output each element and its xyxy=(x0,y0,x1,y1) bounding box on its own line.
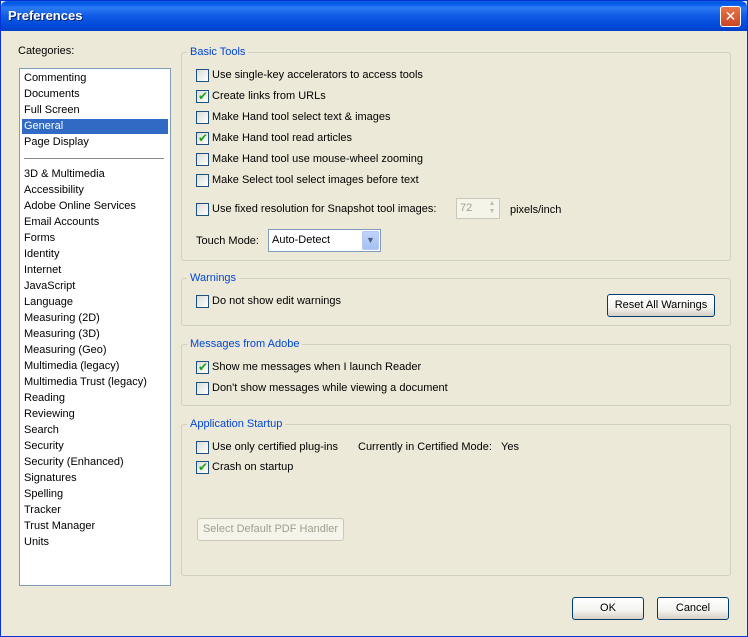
category-item-security-enhanced[interactable]: Security (Enhanced) xyxy=(22,455,168,470)
category-item-email-accounts[interactable]: Email Accounts xyxy=(22,215,168,230)
select-images-label: Make Select tool select images before te… xyxy=(212,174,419,186)
category-item-units[interactable]: Units xyxy=(22,535,168,550)
startup-title: Application Startup xyxy=(187,417,286,431)
reset-all-warnings-button[interactable]: Reset All Warnings xyxy=(607,294,715,317)
category-item-security[interactable]: Security xyxy=(22,439,168,454)
window-title: Preferences xyxy=(8,8,83,23)
category-item-measuring-3d[interactable]: Measuring (3D) xyxy=(22,327,168,342)
category-item-adobe-online-services[interactable]: Adobe Online Services xyxy=(22,199,168,214)
certified-plugins-checkbox[interactable] xyxy=(196,441,209,454)
category-item-3d-multimedia[interactable]: 3D & Multimedia xyxy=(22,167,168,182)
select-default-pdf-handler-button: Select Default PDF Handler xyxy=(197,518,344,541)
category-item-search[interactable]: Search xyxy=(22,423,168,438)
checkmark-icon: ✔ xyxy=(198,89,209,103)
checkmark-icon: ✔ xyxy=(198,360,209,374)
category-item-page-display[interactable]: Page Display xyxy=(22,135,168,150)
dont-show-messages-label: Don't show messages while viewing a docu… xyxy=(212,382,448,394)
category-item-general[interactable]: General xyxy=(22,119,168,134)
show-messages-label: Show me messages when I launch Reader xyxy=(212,361,422,373)
snapshot-resolution-stepper: 72 ▲ ▼ xyxy=(456,198,500,219)
category-item-spelling[interactable]: Spelling xyxy=(22,487,168,502)
certified-mode-label: Currently in Certified Mode: xyxy=(358,441,492,453)
snapshot-resolution-checkbox[interactable] xyxy=(196,203,209,216)
touch-mode-label: Touch Mode: xyxy=(196,235,259,247)
category-item-signatures[interactable]: Signatures xyxy=(22,471,168,486)
category-item-measuring-geo[interactable]: Measuring (Geo) xyxy=(22,343,168,358)
spin-arrows-icon: ▲ ▼ xyxy=(488,200,496,215)
category-item-forms[interactable]: Forms xyxy=(22,231,168,246)
category-separator xyxy=(24,158,164,159)
close-button[interactable]: ✕ xyxy=(720,6,741,27)
hand-read-articles-checkbox[interactable]: ✔ xyxy=(196,131,209,145)
category-item-full-screen[interactable]: Full Screen xyxy=(22,103,168,118)
snapshot-unit-label: pixels/inch xyxy=(510,204,562,216)
close-icon: ✕ xyxy=(724,8,737,24)
certified-mode-value: Yes xyxy=(501,441,519,453)
chevron-down-icon[interactable]: ▼ xyxy=(362,231,379,250)
messages-title: Messages from Adobe xyxy=(187,337,303,351)
hand-select-text-checkbox[interactable] xyxy=(196,111,209,124)
category-item-reading[interactable]: Reading xyxy=(22,391,168,406)
snapshot-resolution-value: 72 xyxy=(460,202,473,214)
title-bar[interactable]: Preferences ✕ xyxy=(1,1,747,31)
crash-on-startup-label: Crash on startup xyxy=(212,461,294,473)
category-item-language[interactable]: Language xyxy=(22,295,168,310)
basic-tools-title: Basic Tools xyxy=(187,45,249,59)
category-item-reviewing[interactable]: Reviewing xyxy=(22,407,168,422)
single-key-accelerators-checkbox[interactable] xyxy=(196,69,209,82)
crash-on-startup-checkbox[interactable]: ✔ xyxy=(196,460,209,474)
single-key-accelerators-label: Use single-key accelerators to access to… xyxy=(212,69,423,81)
hand-read-articles-label: Make Hand tool read articles xyxy=(212,132,353,144)
category-item-identity[interactable]: Identity xyxy=(22,247,168,262)
hand-select-text-label: Make Hand tool select text & images xyxy=(212,111,391,123)
category-item-multimedia-legacy[interactable]: Multimedia (legacy) xyxy=(22,359,168,374)
hand-wheel-zoom-checkbox[interactable] xyxy=(196,153,209,166)
select-images-checkbox[interactable] xyxy=(196,174,209,187)
warnings-title: Warnings xyxy=(187,271,240,285)
dont-show-messages-checkbox[interactable] xyxy=(196,382,209,395)
no-edit-warnings-label: Do not show edit warnings xyxy=(212,295,342,307)
hand-wheel-zoom-label: Make Hand tool use mouse-wheel zooming xyxy=(212,153,423,165)
category-item-multimedia-trust-legacy[interactable]: Multimedia Trust (legacy) xyxy=(22,375,168,390)
cancel-button[interactable]: Cancel xyxy=(657,597,729,620)
category-item-documents[interactable]: Documents xyxy=(22,87,168,102)
category-item-accessibility[interactable]: Accessibility xyxy=(22,183,168,198)
category-item-measuring-2d[interactable]: Measuring (2D) xyxy=(22,311,168,326)
create-links-label: Create links from URLs xyxy=(212,90,326,102)
preferences-window: Preferences ✕ Categories: Commenting Doc… xyxy=(0,0,748,637)
no-edit-warnings-checkbox[interactable] xyxy=(196,295,209,308)
messages-group: Messages from Adobe xyxy=(181,337,731,406)
certified-plugins-label: Use only certified plug-ins xyxy=(212,441,338,453)
ok-button[interactable]: OK xyxy=(572,597,644,620)
checkmark-icon: ✔ xyxy=(198,131,209,145)
touch-mode-select[interactable]: Auto-Detect ▼ xyxy=(268,229,381,252)
category-item-commenting[interactable]: Commenting xyxy=(22,71,168,86)
category-item-internet[interactable]: Internet xyxy=(22,263,168,278)
categories-list[interactable]: Commenting Documents Full Screen General… xyxy=(19,68,171,586)
categories-label: Categories: xyxy=(18,45,75,57)
checkmark-icon: ✔ xyxy=(198,460,209,474)
snapshot-resolution-label: Use fixed resolution for Snapshot tool i… xyxy=(212,203,437,215)
category-item-javascript[interactable]: JavaScript xyxy=(22,279,168,294)
category-item-tracker[interactable]: Tracker xyxy=(22,503,168,518)
category-item-trust-manager[interactable]: Trust Manager xyxy=(22,519,168,534)
touch-mode-value: Auto-Detect xyxy=(272,234,331,246)
create-links-checkbox[interactable]: ✔ xyxy=(196,89,209,103)
show-messages-checkbox[interactable]: ✔ xyxy=(196,360,209,374)
